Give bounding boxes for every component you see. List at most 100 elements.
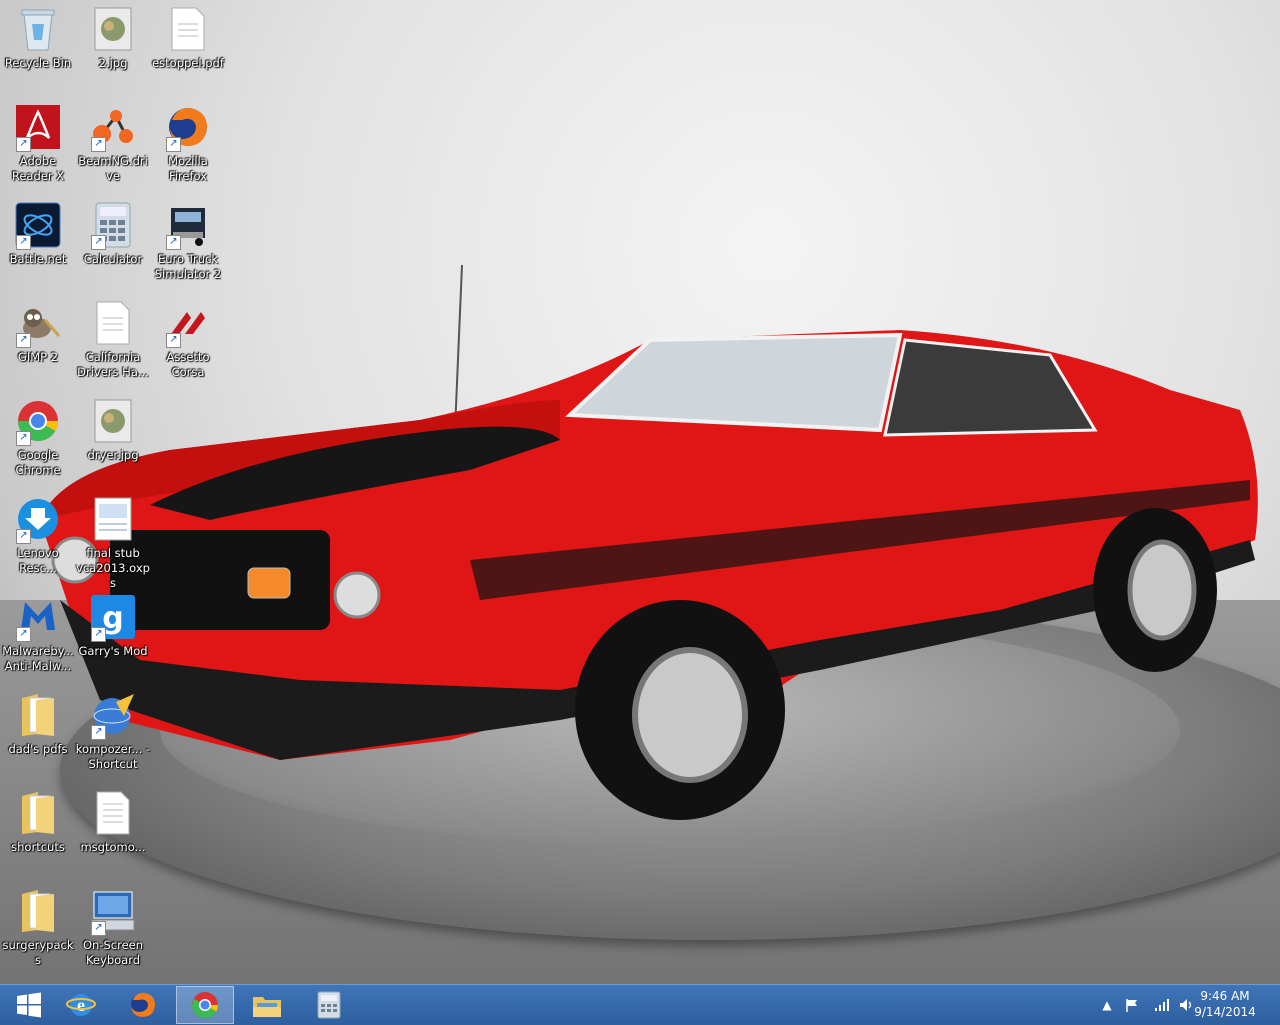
desktop-icon-label: dryer.jpg <box>87 448 139 462</box>
clock[interactable]: 9:46 AM 9/14/2014 <box>1190 988 1260 1020</box>
adobe-reader-icon: ↗ <box>14 104 62 152</box>
desktop-icon-label: Euro Truck Simulator 2 <box>154 252 222 281</box>
kompozer-icon: ↗ <box>89 692 137 740</box>
shortcut-arrow-icon: ↗ <box>16 333 31 348</box>
desktop-icon[interactable]: Recycle Bin <box>0 6 76 71</box>
network-button[interactable] <box>1150 985 1174 1025</box>
taskbar-chrome[interactable] <box>176 986 234 1024</box>
chevron-up-icon: ▲ <box>1102 998 1112 1012</box>
desktop-icon-label: Adobe Reader X <box>11 154 65 183</box>
clock-time: 9:46 AM <box>1200 989 1250 1003</box>
document-file-icon <box>89 300 137 348</box>
action-center-button[interactable] <box>1120 985 1144 1025</box>
desktop-icon-label: Garry's Mod <box>78 644 148 658</box>
shortcut-arrow-icon: ↗ <box>166 333 181 348</box>
desktop-icon-label: dad's pdfs <box>8 742 68 756</box>
desktop-icon-label: final stub vca2013.oxps <box>76 546 150 590</box>
desktop-icon[interactable]: ↗ Mozilla Firefox <box>150 104 226 184</box>
shortcut-arrow-icon: ↗ <box>16 431 31 446</box>
desktop-icon-label: Mozilla Firefox <box>168 154 208 183</box>
shortcut-arrow-icon: ↗ <box>91 235 106 250</box>
desktop-icon[interactable]: California Drivers Ha... <box>75 300 151 380</box>
desktop-icon[interactable]: msgtomo... <box>75 790 151 855</box>
chrome-icon <box>191 992 219 1019</box>
internet-explorer-icon: e <box>66 994 96 1016</box>
taskbar-internet-explorer[interactable]: e <box>52 986 110 1024</box>
recycle-bin-icon <box>14 6 62 54</box>
taskbar-file-explorer[interactable] <box>238 986 296 1024</box>
lenovo-rescue-icon: ↗ <box>14 496 62 544</box>
desktop-icon[interactable]: dryer.jpg <box>75 398 151 463</box>
desktop-icon-label: 2.jpg <box>98 56 128 70</box>
shortcut-arrow-icon: ↗ <box>16 137 31 152</box>
image-file-icon <box>89 6 137 54</box>
taskbar-firefox[interactable] <box>114 986 172 1024</box>
keyboard-icon: ↗ <box>89 888 137 936</box>
text-file-icon <box>89 790 137 838</box>
folder-icon <box>14 888 62 936</box>
shortcut-arrow-icon: ↗ <box>16 235 31 250</box>
shortcut-arrow-icon: ↗ <box>166 137 181 152</box>
desktop-icon[interactable]: final stub vca2013.oxps <box>75 496 151 591</box>
battlenet-icon: ↗ <box>14 202 62 250</box>
network-signal-icon <box>1155 999 1169 1011</box>
desktop-icon[interactable]: ↗ Lenovo Resc... <box>0 496 76 576</box>
desktop-icon-label: msgtomo... <box>80 840 146 854</box>
desktop-icon[interactable]: surgerypacks <box>0 888 76 968</box>
desktop-icon[interactable]: ↗ Battle.net <box>0 202 76 267</box>
desktop-icon-label: Google Chrome <box>15 448 61 477</box>
folder-icon <box>14 790 62 838</box>
shortcut-arrow-icon: ↗ <box>91 725 106 740</box>
desktop-icon[interactable]: ↗ Malwareby... Anti-Malw... <box>0 594 76 674</box>
desktop-icon-label: kompozer... - Shortcut <box>75 742 151 771</box>
firefox-icon: ↗ <box>164 104 212 152</box>
shortcut-arrow-icon: ↗ <box>166 235 181 250</box>
desktop-icon[interactable]: g ↗ Garry's Mod <box>75 594 151 659</box>
desktop-icon-label: BeamNG.drive <box>78 154 148 183</box>
calculator-icon: ↗ <box>89 202 137 250</box>
windows-logo-icon <box>17 992 41 1018</box>
desktop-icon[interactable]: ↗ Adobe Reader X <box>0 104 76 184</box>
assetto-corsa-icon: ↗ <box>164 300 212 348</box>
start-button[interactable] <box>0 986 58 1024</box>
desktop-icon-label: Battle.net <box>9 252 67 266</box>
shortcut-arrow-icon: ↗ <box>91 921 106 936</box>
desktop-icon[interactable]: dad's pdfs <box>0 692 76 757</box>
desktop-icon[interactable]: ↗ kompozer... - Shortcut <box>75 692 151 772</box>
shortcut-arrow-icon: ↗ <box>91 627 106 642</box>
desktop-icon-label: Lenovo Resc... <box>17 546 59 575</box>
desktop-icon-label: shortcuts <box>11 840 65 854</box>
file-explorer-icon <box>253 997 281 1017</box>
desktop-icon[interactable]: ↗ Google Chrome <box>0 398 76 478</box>
beamng-icon: ↗ <box>89 104 137 152</box>
desktop[interactable]: Recycle Bin 2.jpg estoppel.pdf ↗ Adobe Reade… <box>0 0 1280 984</box>
desktop-icon[interactable]: ↗ Calculator <box>75 202 151 267</box>
taskbar-calculator[interactable] <box>300 986 358 1024</box>
desktop-icon-label: Recycle Bin <box>4 56 72 70</box>
desktop-icon[interactable]: ↗ On-Screen Keyboard <box>75 888 151 968</box>
clock-date: 9/14/2014 <box>1194 1005 1256 1019</box>
shortcut-arrow-icon: ↗ <box>16 627 31 642</box>
desktop-icon[interactable]: 2.jpg <box>75 6 151 71</box>
desktop-icon[interactable]: ↗ BeamNG.drive <box>75 104 151 184</box>
desktop-icon-label: California Drivers Ha... <box>77 350 149 379</box>
desktop-icon[interactable]: estoppel.pdf <box>150 6 226 71</box>
garrys-mod-icon: g ↗ <box>89 594 137 642</box>
desktop-icon-label: estoppel.pdf <box>152 56 224 70</box>
desktop-icon[interactable]: shortcuts <box>0 790 76 855</box>
desktop-icon[interactable]: ↗ Euro Truck Simulator 2 <box>150 202 226 282</box>
desktop-icon-label: GIMP 2 <box>17 350 59 364</box>
show-hidden-icons-button[interactable]: ▲ <box>1098 985 1116 1025</box>
shortcut-arrow-icon: ↗ <box>16 529 31 544</box>
shortcut-arrow-icon: ↗ <box>91 137 106 152</box>
oxps-file-icon <box>89 496 137 544</box>
firefox-icon <box>131 992 155 1017</box>
gimp-icon: ↗ <box>14 300 62 348</box>
folder-icon <box>14 692 62 740</box>
desktop-icon[interactable]: ↗ GIMP 2 <box>0 300 76 365</box>
desktop-icon-label: surgerypacks <box>2 938 74 967</box>
desktop-icon-label: Calculator <box>83 252 143 266</box>
truck-icon: ↗ <box>164 202 212 250</box>
desktop-icon[interactable]: ↗ Assetto Corsa <box>150 300 226 380</box>
calculator-icon <box>317 991 341 1019</box>
